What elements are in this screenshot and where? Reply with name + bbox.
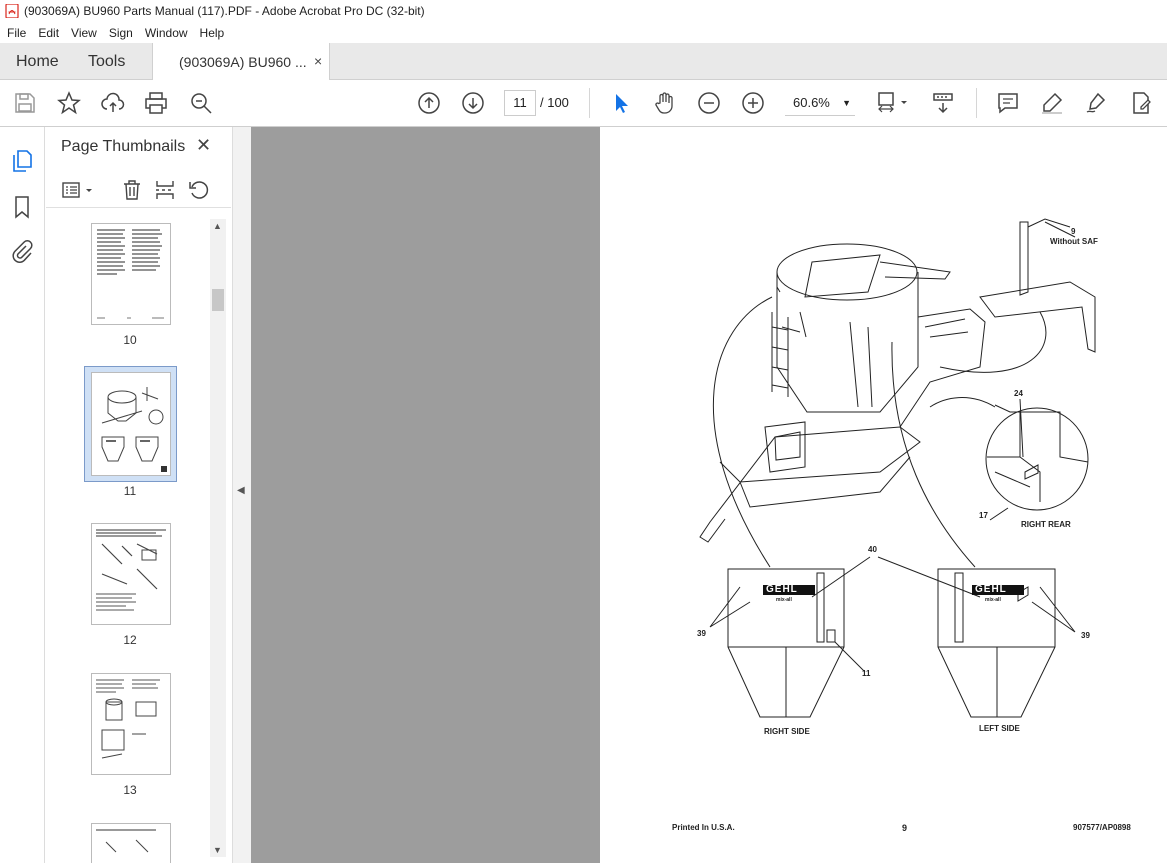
thumbnail-page-label: 13: [123, 783, 137, 797]
page-number-input[interactable]: 11: [504, 90, 536, 116]
upload-cloud-icon[interactable]: [101, 91, 125, 115]
comment-icon[interactable]: [996, 91, 1020, 115]
callout-39-left: 39: [697, 629, 706, 638]
panel-collapse-handle[interactable]: ◀: [232, 127, 251, 863]
callout-without-saf: Without SAF: [1050, 237, 1098, 246]
callout-11: 11: [862, 669, 871, 678]
thumbnail-page-label: 11: [123, 484, 137, 498]
thumbnail-preview-icon: [97, 229, 164, 319]
footer-printed: Printed In U.S.A.: [672, 823, 735, 832]
page-thumbnail[interactable]: [91, 523, 171, 625]
chevron-left-icon[interactable]: ◀: [237, 485, 245, 496]
pdf-page: 9 Without SAF 24 17 RIGHT REAR 40 39 39 …: [600, 127, 1167, 863]
select-arrow-icon[interactable]: [609, 91, 633, 115]
tab-home[interactable]: Home: [16, 53, 59, 71]
toolbar-divider: [589, 88, 590, 118]
tab-close-icon[interactable]: ×: [314, 53, 322, 69]
close-icon[interactable]: ✕: [196, 135, 211, 156]
panel-title: Page Thumbnails: [61, 138, 186, 155]
toolbar-divider: [976, 88, 977, 118]
thumbnail-toolbar: [46, 174, 231, 208]
page-thumbnail-selected[interactable]: [91, 372, 171, 476]
edit-pdf-icon[interactable]: [1129, 91, 1153, 115]
scrollbar-thumb[interactable]: [212, 289, 224, 311]
title-bar: (903069A) BU960 Parts Manual (117).PDF -…: [0, 0, 1167, 22]
tab-tools[interactable]: Tools: [88, 53, 125, 71]
zoom-out-icon[interactable]: [697, 91, 721, 115]
zoom-search-icon[interactable]: [189, 91, 213, 115]
page-thumbnails-panel: Page Thumbnails ✕ 10 11 12 13 ▲ ▼: [46, 127, 231, 863]
tab-document-label: (903069A) BU960 ...: [179, 54, 307, 70]
page-thumbnail[interactable]: [91, 673, 171, 775]
thumbnail-scrollbar[interactable]: ▲ ▼: [210, 219, 226, 857]
callout-40: 40: [868, 545, 877, 554]
chevron-down-icon: ▼: [842, 98, 851, 108]
extract-pages-icon[interactable]: [154, 179, 176, 201]
menu-view[interactable]: View: [65, 26, 103, 40]
footer-page-number: 9: [902, 823, 908, 833]
page-thumbnails-icon[interactable]: [10, 149, 34, 173]
menu-file[interactable]: File: [0, 26, 32, 40]
next-page-icon[interactable]: [461, 91, 485, 115]
attachment-paperclip-icon[interactable]: [10, 240, 34, 264]
callout-right-rear: RIGHT REAR: [1021, 520, 1071, 529]
thumbnail-preview-icon: [96, 829, 156, 853]
footer-code: 907577/AP0898: [1073, 823, 1131, 832]
callout-39-right: 39: [1081, 631, 1090, 640]
menu-sign[interactable]: Sign: [103, 26, 139, 40]
page-thumbnail[interactable]: [91, 223, 171, 325]
thumbnail-page-label: 12: [123, 633, 137, 647]
zoom-level-select[interactable]: 60.6% ▼: [785, 90, 855, 116]
thumbnail-preview-icon: [96, 529, 166, 611]
label-left-side: LEFT SIDE: [979, 724, 1020, 733]
tab-document[interactable]: (903069A) BU960 ... ×: [152, 43, 330, 80]
scroll-up-icon[interactable]: ▲: [213, 221, 222, 231]
save-icon[interactable]: [13, 91, 37, 115]
callout-17: 17: [979, 511, 988, 520]
draw-sign-icon[interactable]: [1084, 91, 1108, 115]
rotate-icon[interactable]: [187, 179, 209, 201]
gehl-logo-sub-right: mix-all: [776, 597, 792, 603]
bookmark-icon[interactable]: [10, 195, 34, 219]
callout-9: 9: [1071, 227, 1076, 236]
page-total: / 100: [540, 95, 569, 110]
trash-icon[interactable]: [121, 179, 143, 201]
zoom-in-icon[interactable]: [741, 91, 765, 115]
thumbnail-options-icon[interactable]: [62, 180, 96, 202]
thumbnail-list: 10 11 12 13: [46, 219, 210, 863]
left-nav-rail: [0, 127, 45, 863]
zoom-level-value: 60.6%: [793, 95, 830, 110]
star-icon[interactable]: [57, 91, 81, 115]
hand-tool-icon[interactable]: [653, 91, 677, 115]
tab-bar: Home Tools (903069A) BU960 ... ×: [0, 43, 1167, 80]
thumbnail-page-label: 10: [123, 333, 137, 347]
gehl-logo-right: GEHL: [766, 584, 798, 595]
label-right-side: RIGHT SIDE: [764, 727, 810, 736]
highlight-pen-icon[interactable]: [1040, 91, 1064, 115]
window-title: (903069A) BU960 Parts Manual (117).PDF -…: [24, 4, 425, 18]
scroll-down-icon[interactable]: ▼: [213, 845, 222, 855]
thumbnail-preview-icon: [101, 387, 167, 472]
menu-help[interactable]: Help: [194, 26, 231, 40]
gehl-logo-left: GEHL: [975, 584, 1007, 595]
previous-page-icon[interactable]: [417, 91, 441, 115]
thumbnail-preview-icon: [96, 679, 160, 759]
acrobat-app-icon: [5, 4, 19, 18]
document-workspace-background: [251, 127, 600, 863]
page-fit-icon[interactable]: [876, 91, 912, 115]
scroll-mode-icon[interactable]: [931, 91, 955, 115]
menu-bar: File Edit View Sign Window Help: [0, 22, 1167, 43]
gehl-logo-sub-left: mix-all: [985, 597, 1001, 603]
menu-edit[interactable]: Edit: [32, 26, 65, 40]
page-thumbnail[interactable]: [91, 823, 171, 863]
menu-window[interactable]: Window: [139, 26, 194, 40]
toolbar: [0, 80, 1167, 127]
print-icon[interactable]: [144, 91, 168, 115]
callout-24: 24: [1014, 389, 1023, 398]
